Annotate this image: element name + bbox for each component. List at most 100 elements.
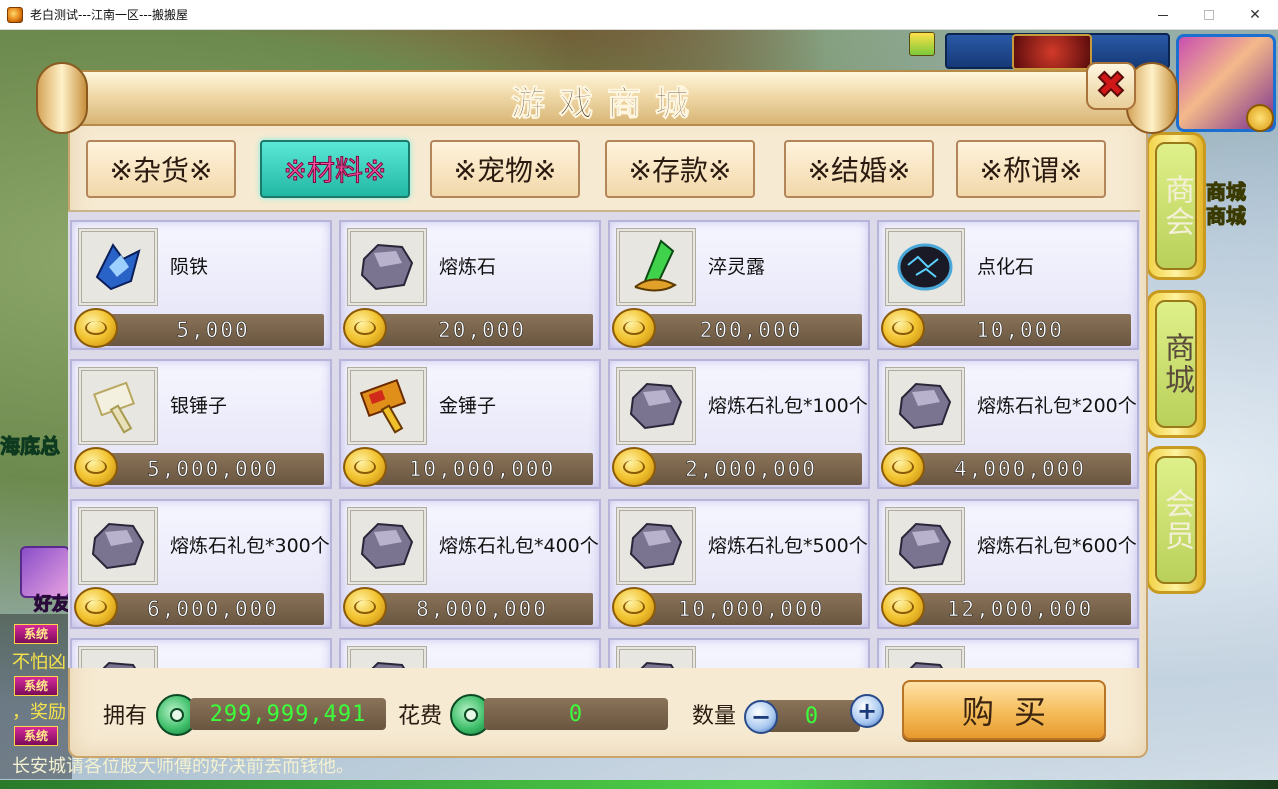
smelting-stone-icon	[616, 367, 696, 445]
item-price: 12,000,000	[909, 593, 1131, 625]
cost-value: 0	[484, 698, 668, 730]
buy-button[interactable]: 购买	[902, 680, 1106, 740]
smelting-stone-icon	[347, 228, 427, 306]
scene-label-shop-2: 商城	[1206, 204, 1247, 229]
gold-coin-icon	[74, 447, 118, 487]
item-name: 熔炼石礼包*600个	[977, 535, 1137, 557]
increase-quantity-button[interactable]: +	[850, 694, 884, 728]
item-name: 金锤子	[439, 395, 497, 417]
silver-hammer-icon	[78, 367, 158, 445]
gold-coin-icon	[881, 447, 925, 487]
gift-icon[interactable]	[909, 32, 935, 56]
gold-coin-icon	[612, 447, 656, 487]
shop-item-card[interactable]: 熔炼石礼包*200个 4,000,000	[877, 359, 1139, 489]
item-name: 熔炼石礼包*400个	[439, 535, 599, 557]
window-title: 老白测试---江南一区---搬搬屋	[30, 8, 188, 22]
maximize-icon	[1204, 10, 1214, 20]
owned-value: 299,999,491	[190, 698, 386, 730]
shop-item-card[interactable]: 金锤子 10,000,000	[339, 359, 601, 489]
gold-coin-icon	[881, 587, 925, 627]
close-icon: ✕	[1249, 7, 1261, 23]
coin-icon[interactable]	[1246, 104, 1274, 132]
shop-item-card[interactable]	[877, 638, 1139, 668]
item-price: 2,000,000	[640, 453, 862, 485]
tab-materials[interactable]: ※材料※	[260, 140, 410, 198]
window-titlebar: 老白测试---江南一区---搬搬屋 ✕	[0, 0, 1278, 30]
item-price: 10,000	[909, 314, 1131, 346]
gold-coin-icon	[612, 308, 656, 348]
item-price: 6,000,000	[102, 593, 324, 625]
item-grid: 陨铁 5,000 熔炼石 20,000 淬灵露 200,000 点化石 10,000 银锤子 5,…	[68, 210, 1140, 668]
smelting-stone-icon	[347, 507, 427, 585]
smelting-stone-icon	[885, 646, 965, 668]
shop-item-card[interactable]: 熔炼石礼包*400个 8,000,000	[339, 499, 601, 629]
gold-coin-icon	[74, 308, 118, 348]
dialog-title: 游戏商城	[511, 84, 703, 125]
item-name: 熔炼石礼包*200个	[977, 395, 1137, 417]
shop-item-card[interactable]	[339, 638, 601, 668]
close-window-button[interactable]: ✕	[1232, 0, 1278, 30]
quantity-label: 数量	[692, 704, 737, 729]
item-name: 熔炼石礼包*300个	[170, 535, 330, 557]
item-price: 10,000,000	[640, 593, 862, 625]
maximize-button[interactable]	[1186, 0, 1232, 30]
shop-item-card[interactable]	[70, 638, 332, 668]
item-name: 熔炼石	[439, 256, 497, 278]
item-name: 点化石	[977, 256, 1035, 278]
tab-marriage[interactable]: ※结婚※	[784, 140, 934, 198]
gold-coin-icon	[343, 308, 387, 348]
shop-item-card[interactable]: 熔炼石礼包*500个 10,000,000	[608, 499, 870, 629]
smelting-stone-icon	[885, 507, 965, 585]
close-icon: ✖	[1095, 65, 1127, 106]
shop-item-card[interactable]: 熔炼石礼包*600个 12,000,000	[877, 499, 1139, 629]
gold-coin-icon	[74, 587, 118, 627]
close-dialog-button[interactable]: ✖	[1086, 62, 1136, 110]
minimize-icon	[1158, 14, 1168, 16]
shop-item-card[interactable]: 淬灵露 200,000	[608, 220, 870, 350]
shop-item-card[interactable]: 银锤子 5,000,000	[70, 359, 332, 489]
app-icon	[7, 6, 23, 23]
item-price: 10,000,000	[371, 453, 593, 485]
exp-bar	[0, 780, 1278, 789]
quantity-input[interactable]: 0	[764, 700, 860, 732]
green-crystal-icon	[616, 228, 696, 306]
gold-coin-icon	[343, 447, 387, 487]
shop-item-card[interactable]: 熔炼石礼包*300个 6,000,000	[70, 499, 332, 629]
decrease-quantity-button[interactable]: −	[744, 700, 778, 734]
smelting-stone-icon	[616, 507, 696, 585]
dark-orb-icon	[885, 228, 965, 306]
smelting-stone-icon	[347, 646, 427, 668]
shop-item-card[interactable]: 熔炼石礼包*100个 2,000,000	[608, 359, 870, 489]
cost-label: 花费	[398, 704, 443, 729]
item-price: 8,000,000	[371, 593, 593, 625]
item-price: 20,000	[371, 314, 593, 346]
meteor-iron-icon	[78, 228, 158, 306]
item-name: 银锤子	[170, 395, 228, 417]
gold-hammer-icon	[347, 367, 427, 445]
shop-item-card[interactable]: 点化石 10,000	[877, 220, 1139, 350]
minimize-button[interactable]	[1140, 0, 1186, 30]
purchase-footer: 拥有 299,999,491 花费 0 数量 0 − + 购买	[68, 668, 1148, 754]
shop-dialog: 游戏商城 ✖ ※杂货※ ※材料※ ※宠物※ ※存款※ ※结婚※ ※称谓※ 陨铁 5…	[36, 62, 1178, 762]
item-price: 5,000,000	[102, 453, 324, 485]
smelting-stone-icon	[78, 507, 158, 585]
shop-item-card[interactable]: 熔炼石 20,000	[339, 220, 601, 350]
item-name: 陨铁	[170, 256, 209, 278]
item-name: 淬灵露	[708, 256, 766, 278]
window-controls: ✕	[1140, 0, 1278, 30]
item-name: 熔炼石礼包*100个	[708, 395, 868, 417]
tab-pets[interactable]: ※宠物※	[430, 140, 580, 198]
owned-label: 拥有	[103, 704, 148, 729]
gold-coin-icon	[343, 587, 387, 627]
item-name: 熔炼石礼包*500个	[708, 535, 868, 557]
item-price: 4,000,000	[909, 453, 1131, 485]
shop-item-card[interactable]	[608, 638, 870, 668]
smelting-stone-icon	[885, 367, 965, 445]
tab-groceries[interactable]: ※杂货※	[86, 140, 236, 198]
gold-coin-icon	[881, 308, 925, 348]
tab-titles[interactable]: ※称谓※	[956, 140, 1106, 198]
gold-coin-icon	[612, 587, 656, 627]
shop-item-card[interactable]: 陨铁 5,000	[70, 220, 332, 350]
item-price: 200,000	[640, 314, 862, 346]
tab-deposit[interactable]: ※存款※	[605, 140, 755, 198]
